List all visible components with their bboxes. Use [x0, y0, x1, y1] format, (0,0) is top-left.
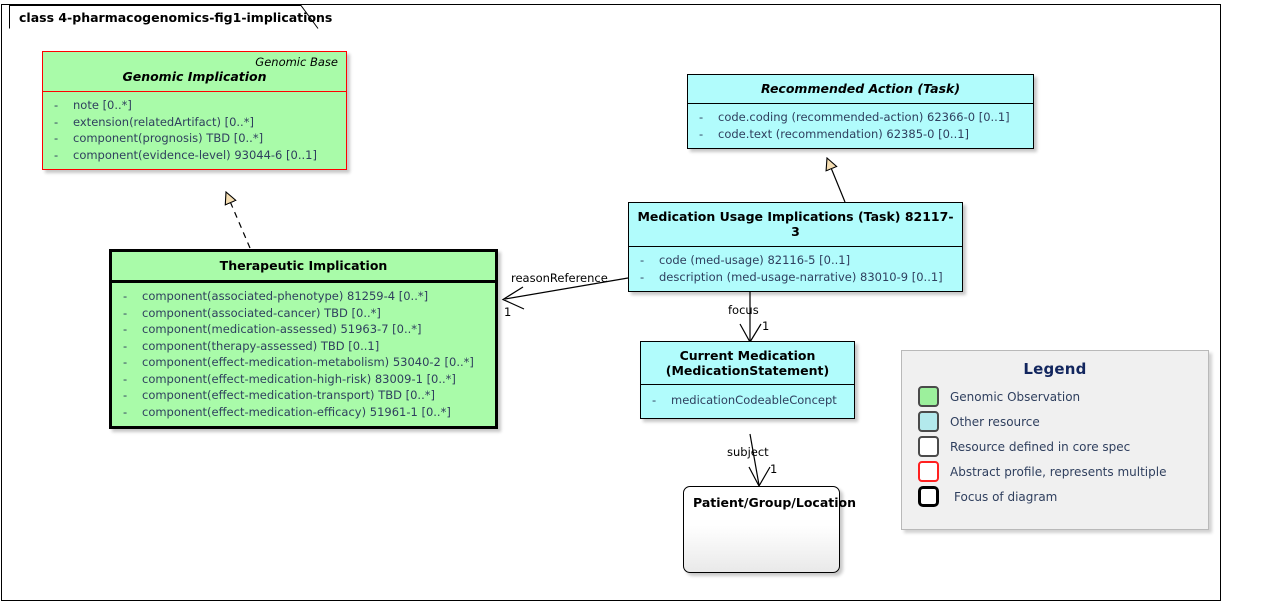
attribute-text: component(effect-medication-high-risk) 8…: [142, 371, 456, 386]
attribute-text: code.text (recommendation) 62385-0 [0..1…: [718, 126, 970, 141]
attribute-row: - description (med-usage-narrative) 8301…: [633, 269, 958, 286]
attribute-text: component(effect-medication-transport) T…: [142, 388, 435, 402]
edge-multiplicity-subject: 1: [770, 462, 778, 476]
recommended-action-attributes: - code.coding (recommended-action) 62366…: [688, 104, 1033, 148]
visibility-private-icon: -: [640, 253, 645, 267]
visibility-private-icon: -: [123, 388, 128, 402]
attribute-text: component(effect-medication-metabolism) …: [142, 355, 474, 369]
visibility-private-icon: -: [699, 126, 704, 141]
attribute-text: note [0..*]: [73, 98, 132, 112]
edge-label-focus: focus: [728, 303, 759, 317]
attribute-row: - component(effect-medication-efficacy) …: [116, 404, 491, 421]
legend-panel: Legend Genomic Observation Other resourc…: [901, 350, 1209, 530]
legend-item-other-resource: Other resource: [902, 409, 1208, 434]
edge-multiplicity-focus: 1: [762, 319, 770, 333]
legend-item-core-spec-resource: Resource defined in core spec: [902, 434, 1208, 459]
legend-item-label: Genomic Observation: [950, 389, 1081, 404]
attribute-text: component(prognosis) TBD [0..*]: [73, 131, 264, 145]
attribute-row: - medicationCodeableConcept: [645, 392, 850, 409]
legend-item-label: Abstract profile, represents multiple: [950, 464, 1167, 479]
legend-swatch-red-outline-icon: [918, 461, 939, 482]
patient-group-location-title: Patient/Group/Location: [693, 495, 857, 510]
legend-swatch-thick-black-icon: [918, 486, 939, 507]
current-medication-title-line2: (MedicationStatement): [665, 363, 830, 378]
attribute-text: code (med-usage) 82116-5 [0..1]: [659, 253, 851, 267]
legend-item-genomic-observation: Genomic Observation: [902, 384, 1208, 409]
legend-title: Legend: [1023, 360, 1087, 378]
legend-item-label: Focus of diagram: [954, 489, 1058, 504]
legend-swatch-green-icon: [918, 386, 939, 407]
legend-item-label: Resource defined in core spec: [950, 439, 1131, 454]
legend-swatch-white-icon: [918, 436, 939, 457]
attribute-row: - code.text (recommendation) 62385-0 [0.…: [692, 126, 1029, 143]
attribute-text: extension(relatedArtifact) [0..*]: [73, 114, 254, 129]
attribute-text: medicationCodeableConcept: [671, 393, 837, 407]
medication-usage-implications-attributes: - code (med-usage) 82116-5 [0..1] - desc…: [629, 247, 962, 291]
visibility-private-icon: -: [652, 393, 657, 407]
attribute-text: component(associated-cancer) TBD [0..*]: [142, 305, 381, 320]
attribute-row: - code (med-usage) 82116-5 [0..1]: [633, 252, 958, 269]
edge-label-subject: subject: [727, 445, 769, 459]
medication-usage-implications-title: Medication Usage Implications (Task) 821…: [637, 209, 954, 239]
legend-item-label: Other resource: [950, 414, 1040, 429]
attribute-text: component(evidence-level) 93044-6 [0..1]: [73, 147, 317, 162]
attribute-row: - extension(relatedArtifact) [0..*]: [47, 114, 342, 131]
attribute-row: - component(prognosis) TBD [0..*]: [47, 130, 342, 147]
attribute-row: - component(effect-medication-high-risk)…: [116, 371, 491, 388]
therapeutic-implication-title: Therapeutic Implication: [219, 258, 388, 273]
visibility-private-icon: -: [54, 131, 59, 145]
class-current-medication[interactable]: Current Medication (MedicationStatement)…: [640, 341, 855, 419]
visibility-private-icon: -: [54, 98, 59, 112]
attribute-row: - component(associated-cancer) TBD [0..*…: [116, 305, 491, 322]
edge-multiplicity-reason-reference: 1: [504, 305, 512, 319]
visibility-private-icon: -: [123, 289, 128, 303]
class-medication-usage-implications[interactable]: Medication Usage Implications (Task) 821…: [628, 202, 963, 292]
diagram-tab-label: class 4-pharmacogenomics-fig1-implicatio…: [19, 10, 333, 25]
attribute-row: - component(associated-phenotype) 81259-…: [116, 288, 491, 305]
attribute-text: component(therapy-assessed) TBD [0..1]: [142, 338, 380, 353]
visibility-private-icon: -: [123, 371, 128, 386]
attribute-row: - code.coding (recommended-action) 62366…: [692, 109, 1029, 126]
current-medication-attributes: - medicationCodeableConcept: [641, 385, 854, 418]
attribute-row: - component(therapy-assessed) TBD [0..1]: [116, 338, 491, 355]
visibility-private-icon: -: [123, 404, 128, 419]
visibility-private-icon: -: [123, 338, 128, 353]
attribute-text: component(associated-phenotype) 81259-4 …: [142, 289, 429, 303]
genomic-implication-title: Genomic Implication: [122, 69, 267, 84]
legend-item-focus-of-diagram: Focus of diagram: [902, 484, 1208, 509]
attribute-row: - component(effect-medication-transport)…: [116, 387, 491, 404]
attribute-text: component(medication-assessed) 51963-7 […: [142, 322, 422, 336]
attribute-text: description (med-usage-narrative) 83010-…: [659, 269, 943, 284]
legend-item-abstract-profile: Abstract profile, represents multiple: [902, 459, 1208, 484]
diagram-tab[interactable]: class 4-pharmacogenomics-fig1-implicatio…: [9, 5, 363, 29]
edge-label-reason-reference: reasonReference: [511, 271, 608, 285]
recommended-action-title: Recommended Action (Task): [760, 81, 961, 96]
visibility-private-icon: -: [123, 305, 128, 320]
attribute-text: code.coding (recommended-action) 62366-0…: [718, 110, 1010, 124]
visibility-private-icon: -: [640, 269, 645, 284]
visibility-private-icon: -: [123, 355, 128, 369]
attribute-row: - component(medication-assessed) 51963-7…: [116, 321, 491, 338]
legend-swatch-cyan-icon: [918, 411, 939, 432]
current-medication-title-line1: Current Medication: [679, 348, 816, 363]
class-patient-group-location[interactable]: Patient/Group/Location: [683, 486, 857, 573]
visibility-private-icon: -: [699, 110, 704, 124]
visibility-private-icon: -: [54, 147, 59, 162]
therapeutic-implication-attributes: - component(associated-phenotype) 81259-…: [112, 283, 495, 426]
class-genomic-implication[interactable]: Genomic Base Genomic Implication - note …: [42, 51, 347, 170]
attribute-text: component(effect-medication-efficacy) 51…: [142, 404, 451, 419]
genomic-implication-stereotype: Genomic Base: [255, 55, 338, 69]
attribute-row: - component(evidence-level) 93044-6 [0..…: [47, 147, 342, 164]
class-recommended-action[interactable]: Recommended Action (Task) - code.coding …: [687, 74, 1034, 149]
attribute-row: - component(effect-medication-metabolism…: [116, 354, 491, 371]
genomic-implication-attributes: - note [0..*] - extension(relatedArtifac…: [43, 92, 346, 169]
visibility-private-icon: -: [123, 322, 128, 336]
visibility-private-icon: -: [54, 114, 59, 129]
class-therapeutic-implication[interactable]: Therapeutic Implication - component(asso…: [109, 249, 498, 429]
current-medication-title: Current Medication (MedicationStatement): [641, 342, 854, 384]
attribute-row: - note [0..*]: [47, 97, 342, 114]
